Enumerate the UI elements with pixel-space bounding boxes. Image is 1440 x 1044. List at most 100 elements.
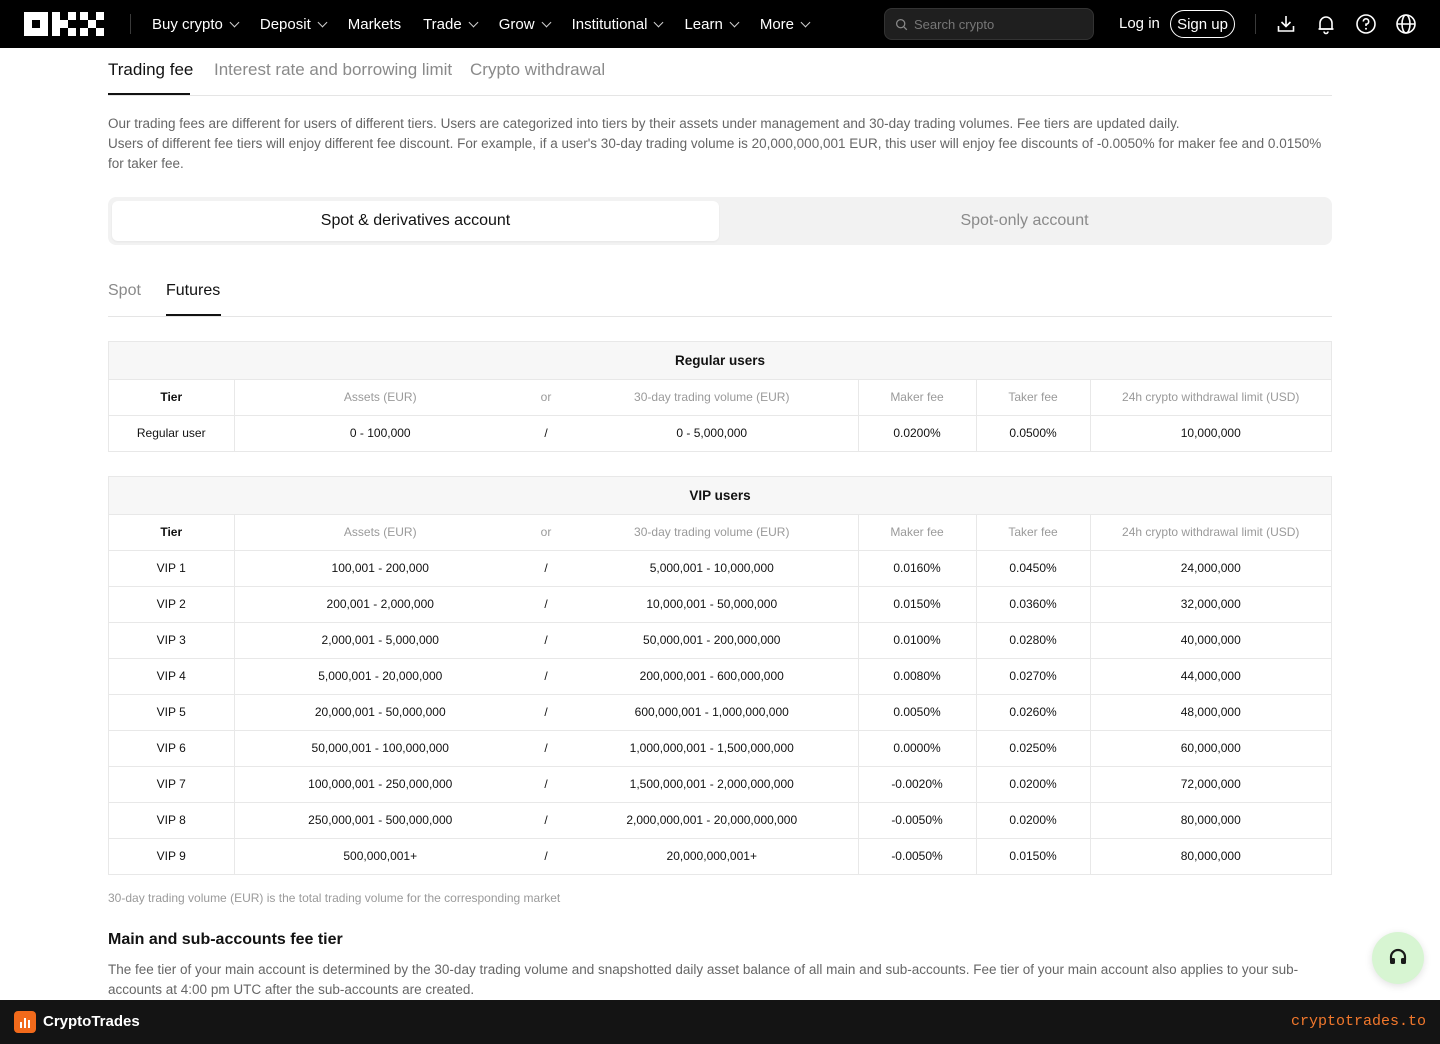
tab-trading-fee[interactable]: Trading fee: [108, 60, 193, 80]
cell-maker: -0.0020%: [857, 766, 976, 803]
cell-volume: 5,000,001 - 10,000,000: [566, 550, 858, 587]
cell-volume: 1,500,000,001 - 2,000,000,000: [566, 766, 858, 803]
cell-assets: 200,001 - 2,000,000: [233, 586, 526, 623]
bar-chart-icon: [20, 1018, 30, 1028]
support-chat-button[interactable]: [1372, 932, 1424, 984]
footer-url[interactable]: cryptotrades.to: [1291, 1013, 1426, 1030]
cell-limit: 44,000,000: [1089, 658, 1331, 695]
active-subtab-indicator: [166, 314, 221, 316]
cell-limit: 72,000,000: [1089, 766, 1331, 803]
nav-item-learn[interactable]: Learn: [684, 15, 740, 33]
column-header-withdrawal-limit: 24h crypto withdrawal limit (USD): [1089, 379, 1331, 416]
cell-taker: 0.0260%: [975, 694, 1090, 731]
cell-limit: 10,000,000: [1089, 415, 1331, 451]
table-row: VIP 6 50,000,001 - 100,000,000/1,000,000,…: [109, 730, 1331, 767]
nav-item-label: Buy crypto: [152, 15, 223, 33]
cell-taker: 0.0450%: [975, 550, 1090, 587]
nav-item-grow[interactable]: Grow: [498, 15, 552, 33]
nav-item-deposit[interactable]: Deposit: [259, 15, 328, 33]
okx-logo[interactable]: [24, 12, 104, 36]
nav-item-label: Learn: [684, 15, 723, 33]
cell-tier: VIP 8: [109, 802, 234, 839]
nav-divider: [130, 14, 131, 34]
nav-item-institutional[interactable]: Institutional: [571, 15, 664, 33]
description-line: Our trading fees are different for users…: [108, 116, 1180, 131]
cell-maker: -0.0050%: [857, 838, 976, 874]
column-header-taker-fee: Taker fee: [975, 379, 1090, 416]
search-box[interactable]: [884, 8, 1094, 40]
cell-or: /: [526, 586, 566, 623]
cell-limit: 40,000,000: [1089, 622, 1331, 659]
market-subtabs: Spot Futures: [108, 268, 1332, 317]
description-line: Users of different fee tiers will enjoy …: [108, 136, 1322, 171]
cell-limit: 80,000,000: [1089, 838, 1331, 874]
column-header-assets: Assets (EUR): [233, 514, 526, 551]
regular-users-table: Regular users Tier Assets (EUR) or 30-da…: [108, 341, 1332, 452]
tab-interest-rate[interactable]: Interest rate and borrowing limit: [214, 60, 452, 80]
cell-or: /: [544, 426, 548, 441]
cell-assets: 0 - 100,000: [233, 415, 526, 451]
download-icon[interactable]: [1275, 13, 1297, 35]
spot-only-account-option[interactable]: Spot-only account: [721, 201, 1328, 241]
nav-item-label: Institutional: [571, 15, 648, 33]
cell-taker: 0.0280%: [975, 622, 1090, 659]
cell-limit: 24,000,000: [1089, 550, 1331, 587]
table-row: VIP 8 250,000,001 - 500,000,000/2,000,000…: [109, 802, 1331, 839]
help-icon[interactable]: [1355, 13, 1377, 35]
cell-volume: 50,000,001 - 200,000,000: [566, 622, 858, 659]
login-link[interactable]: Log in: [1119, 15, 1160, 32]
search-input[interactable]: [914, 16, 1084, 32]
globe-icon[interactable]: [1395, 13, 1417, 35]
nav-item-label: Deposit: [259, 15, 311, 33]
fee-description: Our trading fees are different for users…: [108, 114, 1332, 174]
cell-or: /: [544, 849, 548, 864]
subtab-futures[interactable]: Futures: [166, 282, 220, 300]
cell-taker: 0.0360%: [975, 586, 1090, 623]
signup-button[interactable]: Sign up: [1170, 10, 1235, 38]
table-caption: Regular users: [109, 342, 1331, 380]
cell-limit: 80,000,000: [1089, 802, 1331, 839]
cell-limit: 60,000,000: [1089, 730, 1331, 767]
cell-assets: 2,000,001 - 5,000,000: [233, 622, 526, 659]
cell-taker: 0.0200%: [975, 766, 1090, 803]
volume-note: 30-day trading volume (EUR) is the total…: [108, 891, 561, 905]
cell-taker: 0.0250%: [975, 730, 1090, 767]
cell-volume: 2,000,000,001 - 20,000,000,000: [566, 802, 858, 839]
nav-item-buy-crypto[interactable]: Buy crypto: [152, 15, 240, 33]
subtab-spot[interactable]: Spot: [108, 282, 141, 300]
cell-assets: 100,000,001 - 250,000,000: [233, 766, 526, 803]
column-header-assets: Assets (EUR): [233, 379, 526, 416]
bell-icon[interactable]: [1315, 13, 1337, 35]
cell-tier: VIP 4: [109, 658, 234, 695]
cell-maker: 0.0200%: [857, 415, 976, 451]
column-header-taker-fee: Taker fee: [975, 514, 1090, 551]
cell-or: /: [526, 694, 566, 731]
cell-maker: 0.0000%: [857, 730, 976, 767]
chevron-down-icon: [229, 17, 240, 27]
fee-tabs: Trading fee Interest rate and borrowing …: [108, 48, 1332, 96]
cell-taker: 0.0270%: [975, 658, 1090, 695]
nav-item-label: Grow: [498, 15, 535, 33]
top-navbar: Buy crypto Deposit Markets Trade Grow Institu…: [0, 0, 1440, 48]
cell-volume: 10,000,001 - 50,000,000: [566, 586, 858, 623]
search-icon: [895, 18, 908, 30]
active-tab-indicator: [108, 93, 190, 95]
column-header-or: or: [526, 514, 566, 551]
cell-tier: VIP 5: [109, 694, 234, 731]
cell-maker: 0.0050%: [857, 694, 976, 731]
nav-item-trade[interactable]: Trade: [423, 16, 479, 33]
nav-item-more[interactable]: More: [760, 16, 811, 33]
column-header-maker-fee: Maker fee: [857, 379, 976, 416]
cell-assets: 100,001 - 200,000: [233, 550, 526, 587]
table-row: VIP 5 20,000,001 - 50,000,000/600,000,001…: [109, 694, 1331, 731]
spot-derivatives-account-option[interactable]: Spot & derivatives account: [112, 201, 719, 241]
cell-volume: 20,000,000,001+: [666, 849, 757, 864]
cell-volume: 0 - 5,000,000: [676, 426, 748, 441]
cell-maker: 0.0080%: [857, 658, 976, 695]
tab-crypto-withdrawal[interactable]: Crypto withdrawal: [470, 60, 605, 80]
nav-item-markets[interactable]: Markets: [348, 16, 401, 33]
cell-limit: 32,000,000: [1089, 586, 1331, 623]
main-nav: Buy crypto Deposit Markets Trade Grow Institu…: [152, 0, 831, 48]
column-header-tier: Tier: [109, 514, 234, 551]
table-header-row: Tier Assets (EUR) or 30-day trading volu…: [109, 379, 1331, 416]
